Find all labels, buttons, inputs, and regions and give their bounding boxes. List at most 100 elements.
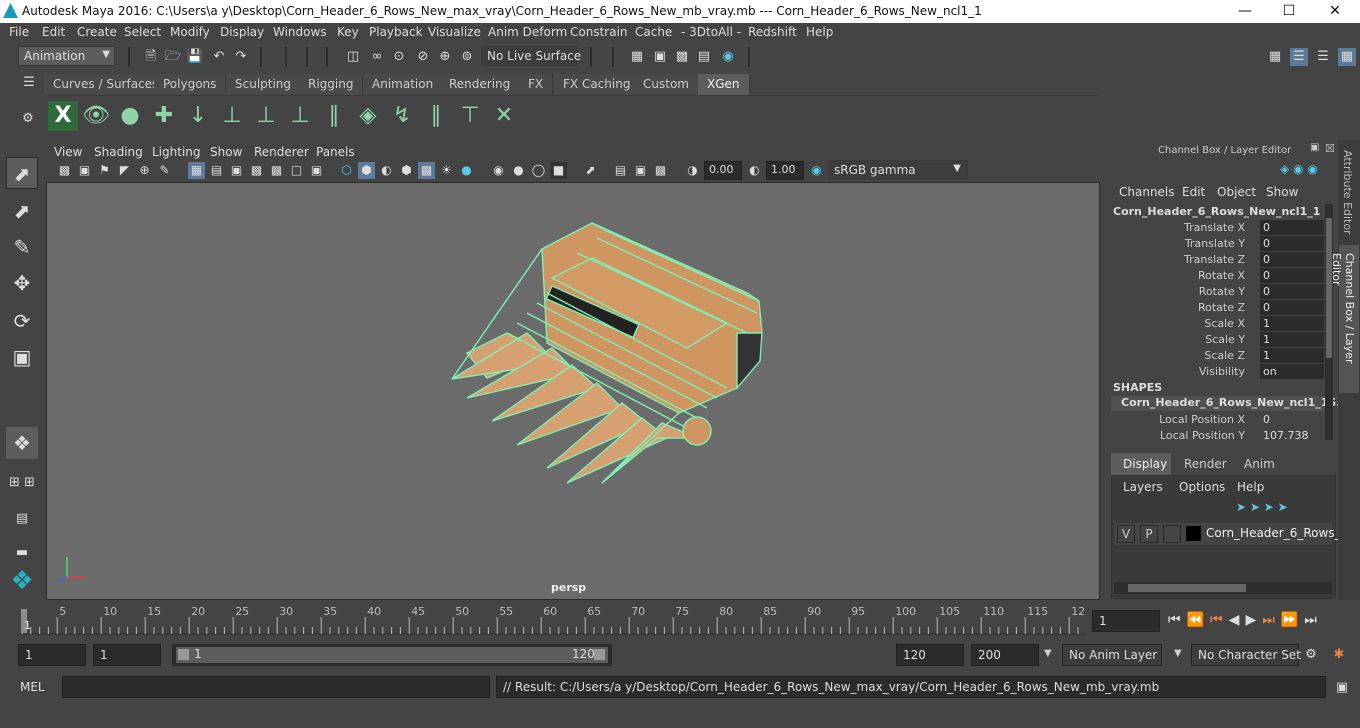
range-end-handle[interactable] [594,649,605,660]
tab-display[interactable]: Display [1111,453,1171,475]
menu-playback[interactable]: Playback [369,25,423,39]
channel-row-rotate-z[interactable]: Rotate Z 0 [1105,300,1325,316]
channel-value[interactable]: 0 [1260,220,1324,235]
xgen-editor-icon[interactable]: X [48,101,78,131]
render-view-icon[interactable]: ▤ [695,48,713,66]
camera-attributes-icon[interactable]: ▣ [76,162,93,179]
layer-scroll-thumb[interactable] [1128,584,1246,592]
character-set-dropdown[interactable]: No Character Set [1191,644,1301,666]
tool-settings-icon[interactable]: ☰ [1314,48,1332,66]
go-to-end-icon[interactable]: ⏭ [1304,612,1323,628]
layer-row[interactable]: V P Corn_Header_6_Rows_N [1114,523,1350,545]
outliner-layout-icon[interactable]: ▤ [6,503,38,535]
attribute-editor-icon[interactable]: ▦ [1338,48,1356,66]
panel-menu-panels[interactable]: Panels [316,145,355,159]
xgen-leaf-icon[interactable]: ● [115,101,145,131]
xray-icon[interactable]: ▩ [418,162,435,179]
panel-menu-show[interactable]: Show [210,145,242,159]
panel-menu-view[interactable]: View [54,145,82,159]
color-management-icon[interactable]: ◉ [808,162,825,179]
field-chart-icon[interactable]: ▩ [268,162,285,179]
channel-value[interactable]: 1 [1260,316,1324,331]
rotate-tool-icon[interactable]: ⟳ [6,305,38,337]
xgen-flatten-icon[interactable]: ⊤ [455,101,485,131]
xgen-add-guides-icon[interactable]: ✚ [149,101,179,131]
channel-row-local-position-x[interactable]: Local Position X 0 [1105,412,1325,428]
safe-title-icon[interactable]: ▣ [308,162,325,179]
tab-fx[interactable]: FX [519,74,554,95]
channel-value[interactable]: 0 [1260,284,1324,299]
channel-row-scale-y[interactable]: Scale Y 1 [1105,332,1325,348]
snap-curve-icon[interactable]: ∞ [368,48,386,66]
auto-key-icon[interactable]: ⚙ [1302,646,1320,664]
step-back-frame-icon[interactable]: ⏪ [1187,612,1210,628]
current-frame-field[interactable]: 1 [1092,610,1160,632]
tab-animation[interactable]: Animation [363,74,444,95]
snap-point-icon[interactable]: ⊙ [390,48,408,66]
tab-xgen[interactable]: XGen [698,74,750,95]
snap-grid-icon[interactable]: ◫ [344,48,362,66]
menu-windows[interactable]: Windows [273,25,327,39]
layer-menu-help[interactable]: Help [1237,480,1264,494]
select-tool-icon[interactable]: ⬈ [6,157,38,189]
move-tool-icon[interactable]: ✥ [6,267,38,299]
tab-rigging[interactable]: Rigging [299,74,364,95]
ipr-render-icon[interactable]: ▩ [673,48,691,66]
menu-constrain[interactable]: Constrain [570,25,628,39]
anti-aliasing-icon[interactable]: ◯ [530,162,547,179]
single-perspective-layout-icon[interactable]: ❖ [6,427,38,459]
xray-joints-icon[interactable]: ▤ [612,162,629,179]
channel-row-translate-z[interactable]: Translate Z 0 [1105,252,1325,268]
step-forward-key-icon[interactable]: ⏭ [1262,612,1281,628]
range-start-handle[interactable] [178,649,189,660]
wireframe-on-shaded-icon[interactable]: ◐ [378,162,395,179]
shelf-menu-icon[interactable]: ☰ [20,74,38,92]
cb-menu-edit[interactable]: Edit [1182,185,1205,199]
animation-preferences-icon[interactable]: ✱ [1330,646,1348,664]
anim-layer-dropdown[interactable]: No Anim Layer [1062,644,1162,666]
channel-row-translate-y[interactable]: Translate Y 0 [1105,236,1325,252]
range-slider[interactable]: 1 120 [172,644,612,666]
shelf-settings-gear-icon[interactable]: ⚙ [19,110,37,128]
xgen-delete-icon[interactable]: ✕ [489,101,519,131]
minimize-button[interactable]: — [1222,0,1268,23]
exposure-field[interactable]: 0.00 [704,161,742,180]
chevron-down-icon[interactable]: ▼ [1174,648,1182,659]
channel-box-tab[interactable]: Channel Box / Layer Editor [1330,245,1359,393]
step-forward-frame-icon[interactable]: ⏩ [1281,612,1304,628]
tab-curves-surfaces[interactable]: Curves / Surfaces [44,74,169,95]
bookmark-icon[interactable]: ⚑ [96,162,113,179]
channel-value[interactable]: 1 [1260,348,1324,363]
layer-order-icons[interactable]: ➤ ➤ ➤ ➤ [1236,500,1288,514]
tab-sculpting[interactable]: Sculpting [226,74,302,95]
undo-icon[interactable]: ↶ [210,48,228,66]
isolate-select-icon[interactable]: ⬈ [582,162,599,179]
channel-value[interactable]: 0 [1260,300,1324,315]
menu-select[interactable]: Select [124,25,161,39]
save-scene-icon[interactable]: 💾 [186,48,204,66]
ambient-occlusion-icon[interactable]: ◉ [490,162,507,179]
xray-active-icon[interactable]: ▣ [632,162,649,179]
command-language-label[interactable]: MEL [20,680,45,694]
render-frame-icon[interactable]: ▣ [651,48,669,66]
channel-row-scale-z[interactable]: Scale Z 1 [1105,348,1325,364]
tab-fx-caching[interactable]: FX Caching [554,74,641,95]
tab-polygons[interactable]: Polygons [154,74,227,95]
playback-start-field[interactable]: 1 [93,644,161,666]
backface-icon[interactable]: ▩ [652,162,669,179]
animation-end-field[interactable]: 200 [971,644,1039,666]
step-back-key-icon[interactable]: ⏮ [1210,612,1229,628]
channel-row-translate-x[interactable]: Translate X 0 [1105,220,1325,236]
snap-view-icon[interactable]: ⊘ [414,48,432,66]
layer-menu-options[interactable]: Options [1179,480,1225,494]
play-backwards-icon[interactable]: ◀ [1229,612,1246,628]
shadows-icon[interactable]: ● [458,162,475,179]
range-slider-bar[interactable] [176,647,608,663]
menu-help[interactable]: Help [806,25,833,39]
channel-value[interactable]: 107.738 [1260,428,1324,443]
menu-set-dropdown[interactable]: Animation ▼ [18,46,115,66]
image-plane-icon[interactable]: ◤ [116,162,133,179]
channel-row-rotate-x[interactable]: Rotate X 0 [1105,268,1325,284]
perspective-viewport[interactable]: persp [46,182,1100,600]
exposure-icon[interactable]: ◑ [684,162,701,179]
